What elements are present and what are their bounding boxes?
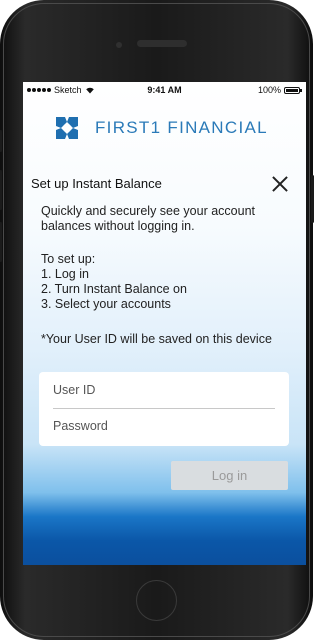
volume-down-button <box>0 222 2 262</box>
front-camera <box>116 42 122 48</box>
brand-header: FIRST1 FINANCIAL <box>53 114 268 142</box>
step-item: 2. Turn Instant Balance on <box>41 282 187 296</box>
battery-percent: 100% <box>257 85 281 95</box>
user-id-input[interactable] <box>53 378 275 402</box>
brand-name: FIRST1 FINANCIAL <box>95 118 268 137</box>
password-input[interactable] <box>53 414 275 438</box>
earpiece-speaker <box>137 40 187 47</box>
steps-heading: To set up: <box>41 252 96 266</box>
close-icon[interactable] <box>268 172 292 196</box>
app-screen: Sketch 9:41 AM 100% FIRST1 FINANCIAL Set… <box>23 82 306 565</box>
status-bar: Sketch 9:41 AM 100% <box>23 82 306 100</box>
status-right: 100% <box>257 85 302 95</box>
dialog-title: Set up Instant Balance <box>31 176 162 191</box>
mute-switch <box>0 130 2 152</box>
login-button[interactable]: Log in <box>171 461 288 490</box>
field-divider <box>53 408 275 409</box>
brand-logo-icon <box>56 117 78 139</box>
volume-up-button <box>0 170 2 210</box>
saved-id-note: *Your User ID will be saved on this devi… <box>41 332 272 346</box>
home-button[interactable] <box>136 580 177 621</box>
login-form <box>39 372 289 446</box>
dialog-description: Quickly and securely see your account ba… <box>41 204 255 233</box>
power-button <box>311 175 314 223</box>
setup-steps: To set up: 1. Log in 2. Turn Instant Bal… <box>41 252 187 312</box>
battery-icon <box>284 86 302 94</box>
step-item: 1. Log in <box>41 267 89 281</box>
phone-frame: Sketch 9:41 AM 100% FIRST1 FINANCIAL Set… <box>0 0 314 640</box>
step-item: 3. Select your accounts <box>41 297 171 311</box>
